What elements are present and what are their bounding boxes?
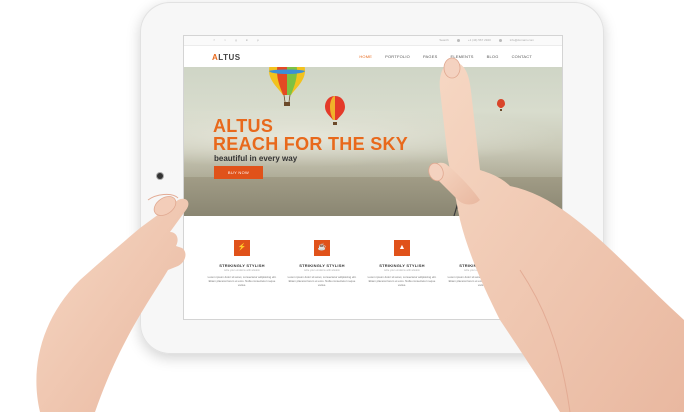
facebook-icon[interactable]: f — [212, 38, 216, 42]
top-bar: f t g in p Search +1 (44) 567 2940 info@… — [184, 36, 562, 46]
features-section: ⚡ STRIKINGLY STYLISH write your emotions… — [184, 216, 562, 319]
lightning-icon: ⚡ — [234, 240, 250, 256]
feature-card: ⚡ STRIKINGLY STYLISH write your emotions… — [207, 240, 277, 287]
feature-description: Lorem ipsum dolor sit amet, consectetur … — [207, 275, 277, 287]
main-menu: HOME PORTFOLIO PAGES ELEMENTS BLOG CONTA… — [359, 54, 532, 59]
site-logo[interactable]: ALTUS — [212, 53, 241, 62]
pinterest-icon[interactable]: p — [256, 38, 260, 42]
phone-icon — [456, 38, 460, 42]
star-icon: ★ — [474, 240, 490, 256]
hot-air-balloon-large — [269, 67, 305, 106]
cone-icon: ▲ — [394, 240, 410, 256]
social-links: f t g in p — [212, 38, 260, 42]
menu-item-contact[interactable]: CONTACT — [512, 54, 532, 59]
menu-item-pages[interactable]: PAGES — [423, 54, 438, 59]
feature-description: Lorem ipsum dolor sit amet, consectetur … — [367, 275, 437, 287]
menu-item-blog[interactable]: BLOG — [487, 54, 499, 59]
hero-subtitle: beautiful in every way — [214, 154, 298, 163]
feature-subtitle: write your emotions with wisdom — [384, 269, 420, 272]
feature-title: STRIKINGLY STYLISH — [379, 263, 425, 268]
menu-item-home[interactable]: HOME — [359, 54, 372, 59]
phone-number: +1 (44) 567 2940 — [467, 38, 491, 42]
mail-icon — [498, 38, 502, 42]
website-screen: f t g in p Search +1 (44) 567 2940 info@… — [183, 35, 563, 320]
coffee-icon: ☕ — [314, 240, 330, 256]
feature-card: ☕ STRIKINGLY STYLISH write your emotions… — [287, 240, 357, 287]
hero-banner: ALTUS REACH FOR THE SKY beautiful in eve… — [184, 67, 562, 216]
tablet-camera — [157, 173, 163, 179]
search-link[interactable]: Search — [439, 38, 449, 42]
feature-title: STRIKINGLY STYLISH — [299, 263, 345, 268]
feature-title: STRIKINGLY STYLISH — [459, 263, 505, 268]
feature-subtitle: write your emotions with wisdom — [304, 269, 340, 272]
feature-card: ▲ STRIKINGLY STYLISH write your emotions… — [367, 240, 437, 287]
twitter-icon[interactable]: t — [223, 38, 227, 42]
buy-now-button[interactable]: BUY NOW — [214, 166, 263, 179]
menu-item-elements[interactable]: ELEMENTS — [450, 54, 473, 59]
hot-air-balloon-tiny — [497, 99, 505, 111]
feature-card: ★ STRIKINGLY STYLISH write your emotions… — [447, 240, 517, 287]
linkedin-icon[interactable]: in — [245, 38, 249, 42]
hero-title: ALTUS REACH FOR THE SKY — [213, 116, 409, 154]
feature-title: STRIKINGLY STYLISH — [219, 263, 265, 268]
email-address[interactable]: info@domain.com — [510, 38, 534, 42]
feature-subtitle: write your emotions with wisdom — [224, 269, 260, 272]
contact-info: Search +1 (44) 567 2940 info@domain.com — [439, 38, 534, 42]
navbar: ALTUS HOME PORTFOLIO PAGES ELEMENTS BLOG… — [184, 46, 562, 68]
feature-description: Lorem ipsum dolor sit amet, consectetur … — [287, 275, 357, 287]
feature-subtitle: write your emotions with wisdom — [464, 269, 500, 272]
man-on-ladder-image — [453, 125, 479, 216]
feature-description: Lorem ipsum dolor sit amet, consectetur … — [447, 275, 517, 287]
google-icon[interactable]: g — [234, 38, 238, 42]
menu-item-portfolio[interactable]: PORTFOLIO — [385, 54, 410, 59]
